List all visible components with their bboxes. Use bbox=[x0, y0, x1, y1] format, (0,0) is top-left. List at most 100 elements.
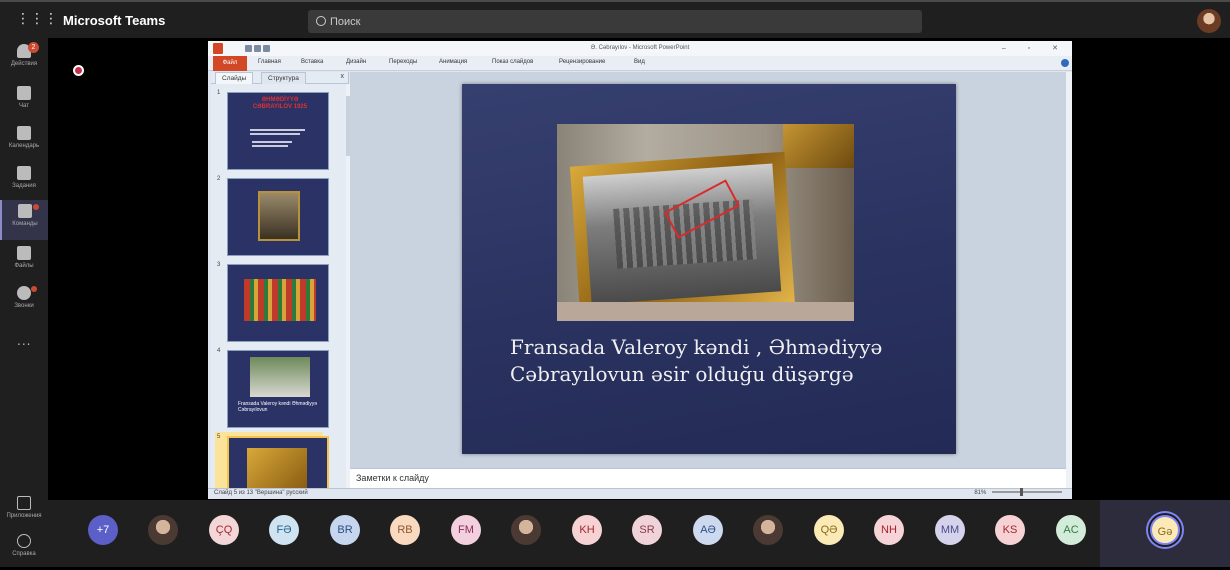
tab-file[interactable]: Файл bbox=[213, 56, 247, 71]
participant-avatar[interactable] bbox=[753, 515, 783, 545]
slides-pane: Слайды Структура x 1 ƏHMƏDİYYƏ CƏBRAYILO… bbox=[211, 72, 352, 499]
tab-transitions[interactable]: Переходы bbox=[389, 59, 417, 65]
rail-item-calendar[interactable]: Календарь bbox=[0, 122, 48, 162]
participant-avatar[interactable]: BR bbox=[330, 515, 360, 545]
calls-badge bbox=[31, 286, 37, 292]
tab-slideshow[interactable]: Показ слайдов bbox=[492, 59, 533, 65]
photo-table bbox=[557, 302, 854, 321]
thumb-slide bbox=[227, 178, 329, 256]
rail-item-calls[interactable]: Звонки bbox=[0, 282, 48, 322]
close-pane-icon[interactable]: x bbox=[341, 73, 345, 80]
rail-label-assignments: Задания bbox=[12, 183, 36, 189]
thumb4-caption: Fransada Valeroy kəndi Əhmədiyyə Cəbrayı… bbox=[238, 401, 317, 413]
rail-item-help[interactable]: Справка bbox=[0, 530, 48, 570]
slide-thumbnail-2[interactable]: 2 bbox=[217, 176, 329, 258]
teams-icon bbox=[18, 204, 32, 218]
photo-background-frame bbox=[783, 124, 854, 168]
thumb-text-line bbox=[252, 145, 288, 147]
participant-avatar[interactable]: SR bbox=[632, 515, 662, 545]
more-apps-icon[interactable]: ... bbox=[17, 334, 31, 348]
participant-avatar[interactable]: MM bbox=[935, 515, 965, 545]
powerpoint-window[interactable]: Ə. Cəbrayılov - Microsoft PowerPoint – ▫… bbox=[208, 41, 1072, 499]
rail-item-teams[interactable]: Команды bbox=[0, 200, 48, 240]
rail-item-activity[interactable]: 2 Действия bbox=[0, 40, 48, 80]
thumb-number: 2 bbox=[217, 176, 221, 182]
undo-icon[interactable] bbox=[253, 45, 261, 52]
profile-avatar[interactable] bbox=[1197, 9, 1221, 33]
recording-indicator-icon bbox=[73, 65, 84, 76]
participant-avatar[interactable] bbox=[511, 515, 541, 545]
ppt-title-bar: Ə. Cəbrayılov - Microsoft PowerPoint – ▫… bbox=[208, 41, 1072, 56]
slide-thumbnail-4[interactable]: 4 Fransada Valeroy kəndi Əhmədiyyə Cəbra… bbox=[217, 348, 329, 430]
participant-avatar[interactable]: AC bbox=[1056, 515, 1086, 545]
thumb-medals-photo bbox=[244, 279, 316, 321]
slide-thumbnail-3[interactable]: 3 bbox=[217, 262, 329, 344]
slide-caption: Fransada Valeroy kəndi , Əhmədiyyə Cəbra… bbox=[510, 335, 883, 386]
help-icon bbox=[17, 534, 31, 548]
thumb-slide: ƏHMƏDİYYƏ CƏBRAYILOV 1925 bbox=[227, 92, 329, 170]
tab-view[interactable]: Вид bbox=[634, 59, 645, 65]
self-avatar[interactable]: Gə bbox=[1150, 515, 1180, 545]
participant-avatar[interactable] bbox=[148, 515, 178, 545]
zoom-control[interactable]: 81% bbox=[974, 488, 1066, 497]
status-bar: Слайд 5 из 13 "Вершина" русский 81% bbox=[208, 488, 1072, 499]
rail-bottom: Приложения Справка bbox=[0, 490, 48, 567]
rail-label-apps: Приложения bbox=[6, 513, 42, 519]
editor-scrollbar[interactable] bbox=[1066, 72, 1072, 488]
participant-avatar[interactable]: KH bbox=[572, 515, 602, 545]
slide-photo[interactable] bbox=[557, 124, 854, 321]
slide-editor: Fransada Valeroy kəndi , Əhmədiyyə Cəbra… bbox=[350, 72, 1066, 468]
slide-thumbnail-1[interactable]: 1 ƏHMƏDİYYƏ CƏBRAYILOV 1925 bbox=[217, 90, 329, 172]
rail-item-chat[interactable]: Чат bbox=[0, 82, 48, 122]
zoom-slider[interactable] bbox=[992, 488, 1062, 497]
save-icon[interactable] bbox=[244, 45, 252, 52]
thumb-text-line bbox=[250, 133, 300, 135]
thumb-number: 5 bbox=[217, 434, 221, 440]
app-rail: 2 Действия Чат Календарь Задания Команды… bbox=[0, 38, 48, 567]
thumb-monument-photo bbox=[250, 357, 310, 397]
tab-design[interactable]: Дизайн bbox=[346, 59, 366, 65]
participant-avatar[interactable]: AƏ bbox=[693, 515, 723, 545]
thumb-text-line bbox=[252, 141, 292, 143]
help-icon[interactable] bbox=[1061, 59, 1069, 67]
notes-field[interactable]: Заметки к слайду bbox=[350, 468, 1066, 488]
redo-icon[interactable] bbox=[262, 45, 270, 52]
zoom-slider-handle[interactable] bbox=[1020, 488, 1023, 497]
status-slide-info: Слайд 5 из 13 "Вершина" русский bbox=[214, 490, 308, 496]
app-title: Microsoft Teams bbox=[63, 13, 166, 28]
teams-meeting-badge bbox=[33, 204, 39, 210]
tab-outline[interactable]: Структура bbox=[261, 72, 306, 84]
participant-avatar[interactable]: NH bbox=[874, 515, 904, 545]
zoom-level: 81% bbox=[974, 490, 987, 496]
rail-label-activity: Действия bbox=[10, 61, 38, 67]
tab-slides[interactable]: Слайды bbox=[215, 72, 254, 84]
thumb-frame-photo bbox=[247, 448, 307, 488]
tab-home[interactable]: Главная bbox=[258, 59, 281, 65]
tab-review[interactable]: Рецензирование bbox=[559, 59, 605, 65]
participant-avatar[interactable]: ÇQ bbox=[209, 515, 239, 545]
app-launcher-icon[interactable]: ⋮⋮⋮ bbox=[16, 11, 58, 29]
rail-label-chat: Чат bbox=[19, 103, 29, 109]
window-controls[interactable]: – ▫ ✕ bbox=[1002, 41, 1068, 56]
rail-item-apps[interactable]: Приложения bbox=[0, 492, 48, 532]
rail-label-help: Справка bbox=[12, 551, 36, 557]
participant-avatar[interactable]: RB bbox=[390, 515, 420, 545]
participant-avatar[interactable]: FƏ bbox=[269, 515, 299, 545]
search-input[interactable]: Поиск bbox=[308, 10, 922, 33]
tab-animations[interactable]: Анимация bbox=[439, 59, 467, 65]
ppt-window-title: Ə. Cəbrayılov - Microsoft PowerPoint bbox=[590, 45, 690, 51]
assignments-icon bbox=[17, 166, 31, 180]
participant-avatar[interactable]: KS bbox=[995, 515, 1025, 545]
participant-avatar[interactable]: +7 bbox=[88, 515, 118, 545]
thumb-portrait-photo bbox=[258, 191, 300, 241]
participant-avatar[interactable]: FM bbox=[451, 515, 481, 545]
calendar-icon bbox=[17, 126, 31, 140]
rail-item-files[interactable]: Файлы bbox=[0, 242, 48, 282]
files-icon bbox=[17, 246, 31, 260]
current-slide[interactable]: Fransada Valeroy kəndi , Əhmədiyyə Cəbra… bbox=[462, 84, 956, 454]
rail-item-assignments[interactable]: Задания bbox=[0, 162, 48, 202]
participant-avatar[interactable]: QƏ bbox=[814, 515, 844, 545]
tab-insert[interactable]: Вставка bbox=[301, 59, 323, 65]
thumb-text-line bbox=[250, 129, 305, 131]
thumb-slide: Fransada Valeroy kəndi Əhmədiyyə Cəbrayı… bbox=[227, 350, 329, 428]
